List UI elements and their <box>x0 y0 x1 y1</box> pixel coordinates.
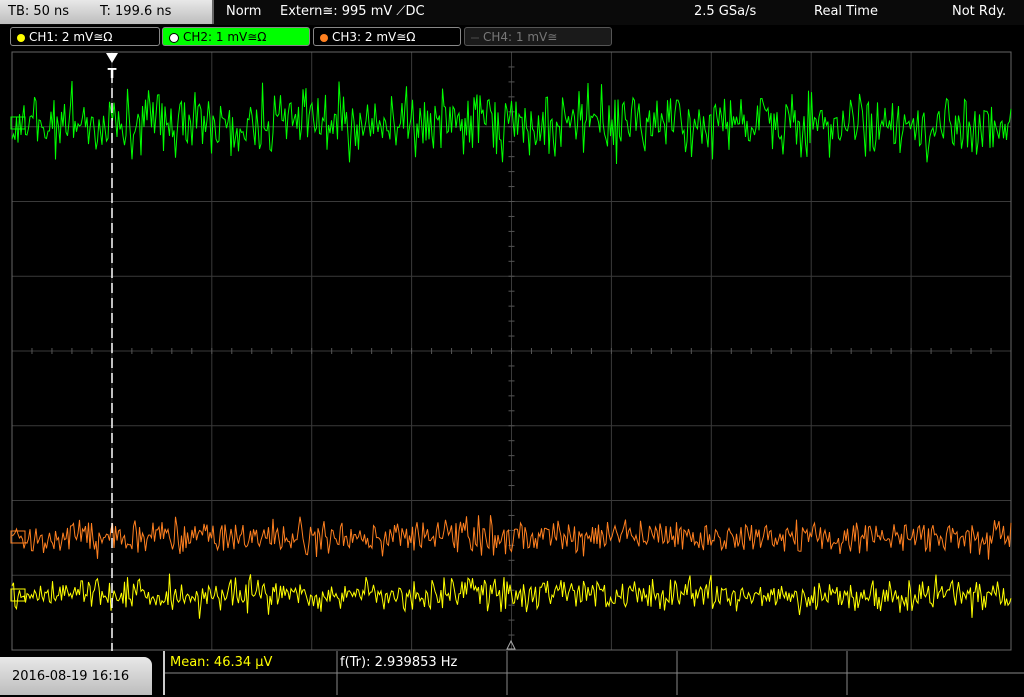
waveform-display[interactable]: T <box>0 49 1024 651</box>
channel-3-dot-icon <box>320 33 328 42</box>
trigger-mode[interactable]: Norm <box>226 0 261 24</box>
mean-measurement[interactable]: Mean: 46.34 µV <box>170 653 272 673</box>
channel-1-dot-icon <box>17 33 25 42</box>
channel-3-label: CH3: 2 mV≅Ω <box>332 30 416 44</box>
channel-4-dot-icon <box>471 36 479 39</box>
top-status-bar: TB: 50 ns T: 199.6 ns Norm Extern≅: 995 … <box>0 0 1024 25</box>
acquisition-mode[interactable]: Real Time <box>814 0 878 24</box>
channel-1-button[interactable]: CH1: 2 mV≅Ω <box>10 27 160 46</box>
sample-rate: 2.5 GSa/s <box>694 4 757 19</box>
acquisition-state: Not Rdy. <box>952 4 1007 19</box>
trigger-time-label: T: 199.6 ns <box>100 4 172 19</box>
channel-2-dot-icon <box>169 32 179 43</box>
channel-3-button[interactable]: CH3: 2 mV≅Ω <box>313 27 461 46</box>
channel-bar: CH1: 2 mV≅Ω CH2: 1 mV≅Ω CH3: 2 mV≅Ω CH4:… <box>0 25 1024 49</box>
channel-2-button[interactable]: CH2: 1 mV≅Ω <box>162 27 310 46</box>
channel-4-button[interactable]: CH4: 1 mV≅ <box>464 27 612 46</box>
channel-2-label: CH2: 1 mV≅Ω <box>183 30 267 44</box>
timebase-label: TB: 50 ns <box>8 4 70 19</box>
measurement-grid <box>163 651 1024 695</box>
datetime-panel: 2016-08-19 16:16 <box>0 657 152 695</box>
trigger-marker-label: T <box>108 67 117 82</box>
timebase-panel[interactable]: TB: 50 ns T: 199.6 ns <box>0 0 214 24</box>
trigger-source[interactable]: Extern≅: 995 mV ⟋DC <box>280 0 425 24</box>
channel-4-label: CH4: 1 mV≅ <box>483 30 558 44</box>
channel-1-label: CH1: 2 mV≅Ω <box>29 30 113 44</box>
frequency-measurement[interactable]: f(Tr): 2.939853 Hz <box>340 653 457 673</box>
